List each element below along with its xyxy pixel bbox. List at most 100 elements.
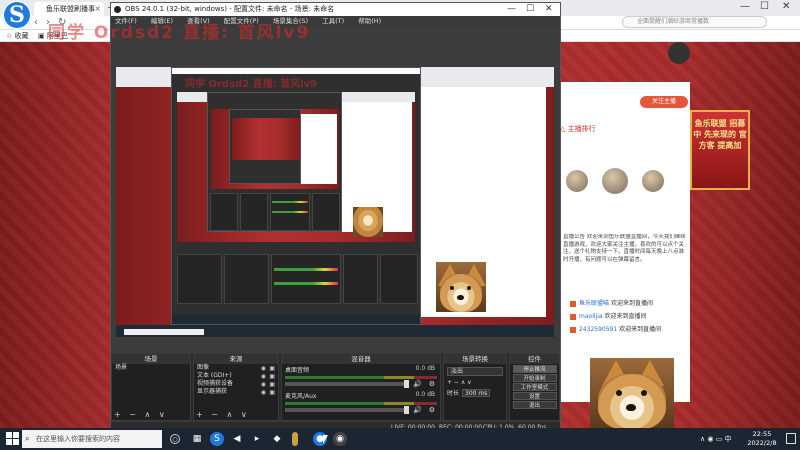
source-item[interactable]: 文本 (GDI+) ◉ ▣ — [194, 372, 278, 380]
vscode-icon[interactable]: ◀ — [230, 432, 244, 446]
announcement-text: 直播公告 欢迎来到鱼乐联盟直播间，今天我们继续直播游戏，欢迎大家关注主播，喜欢的… — [563, 234, 686, 263]
scene-item[interactable]: 场景 — [112, 364, 190, 372]
channel-name: 桌面音频 — [285, 367, 310, 374]
channel-db: 0.0 dB — [415, 365, 435, 372]
controls-dock: 控件 停止推流 开始录制 工作室模式 设置 退出 — [509, 353, 560, 421]
follow-button[interactable]: 关注主播 — [640, 96, 688, 108]
webcam-overlay — [590, 358, 674, 428]
clock[interactable]: 22:55 2022/2/8 — [742, 430, 782, 448]
obs-window: OBS 24.0.1 (32-bit, windows) - 配置文件: 未命名… — [110, 2, 561, 433]
mixer-title: 混音器 — [282, 354, 440, 364]
stream-watermark: 同学 Ordsd2 直播: 首风lv9 — [185, 79, 318, 90]
volume-slider[interactable] — [285, 406, 409, 414]
duration-input[interactable]: 300 ms — [462, 389, 491, 397]
files-icon[interactable]: ◆ — [270, 432, 284, 446]
scenes-title: 场景 — [112, 354, 190, 364]
obs-preview[interactable] — [111, 27, 560, 353]
notification-icon[interactable] — [786, 433, 796, 444]
obs-titlebar: OBS 24.0.1 (32-bit, windows) - 配置文件: 未命名… — [111, 3, 560, 16]
sogou-browser-icon[interactable]: S — [210, 432, 224, 446]
task-view-icon[interactable]: ○ — [170, 434, 180, 444]
browser-tab[interactable]: 鱼乐联盟刷播事 × — [34, 2, 104, 16]
avatar[interactable] — [566, 170, 588, 192]
source-item[interactable]: 视频捕获设备 ◉ ▣ — [194, 380, 278, 388]
channel-name: 麦克风/Aux — [285, 393, 317, 400]
mixer-dock: 混音器 桌面音频 0.0 dB 🔊 ⚙ 麦克风/Aux 0.0 dB 🔊 ⚙ — [281, 353, 441, 421]
source-tools[interactable]: + − ∧ ∨ — [196, 410, 250, 419]
eye-icon[interactable]: ◉ — [261, 389, 266, 397]
speaker-icon[interactable]: 🔊 — [413, 406, 422, 414]
avatar[interactable] — [602, 168, 628, 194]
scene-tools[interactable]: + − ∧ ∨ — [114, 410, 168, 419]
exit-button[interactable]: 退出 — [512, 401, 557, 409]
captured-screen — [116, 67, 554, 337]
webcam-preview — [436, 262, 486, 312]
windows-start-icon[interactable] — [6, 432, 20, 446]
obs-taskbar-icon[interactable]: ◉ — [333, 432, 347, 446]
settings-button[interactable]: 设置 — [512, 392, 557, 400]
taskbar: ⌕ 在这里输入你要搜索的内容 ○ ▦ S ◀ ▸ ◆ ● ◉ ∧ ◉ ▭ 中 2… — [0, 428, 800, 450]
scenes-dock: 场景 场景 + − ∧ ∨ — [111, 353, 191, 421]
obs-title: OBS 24.0.1 (32-bit, windows) - 配置文件: 未命名… — [125, 5, 335, 13]
browser-search-input[interactable]: 全面提醒们潮砂游商常播数 — [622, 16, 767, 28]
source-item[interactable]: 显示器捕获 ◉ ▣ — [194, 388, 278, 396]
mixer-channel: 桌面音频 0.0 dB 🔊 ⚙ — [282, 364, 440, 390]
avatar[interactable] — [642, 170, 664, 192]
nested-obs — [171, 67, 421, 325]
stream-watermark: 同学 Ordsd2 直播: 首风lv9 — [48, 23, 311, 43]
speaker-icon[interactable]: 🔊 — [413, 380, 422, 388]
transition-tools[interactable]: + − ∧ ∨ — [444, 379, 506, 386]
minimize-icon[interactable]: — — [507, 3, 516, 16]
apps-icon[interactable]: ▦ — [190, 432, 204, 446]
sources-title: 来源 — [194, 354, 278, 364]
mouse-cursor — [323, 435, 328, 444]
avatar[interactable] — [668, 42, 690, 64]
obs-docks: 场景 场景 + − ∧ ∨ 来源 图像 ◉ ▣ 文本 (GDI+) ◉ ▣ 视频捕获设备… — [111, 353, 560, 421]
gear-icon[interactable]: ⚙ — [429, 380, 435, 388]
duration-label: 时长 — [447, 390, 460, 397]
search-icon: ⌕ — [25, 434, 30, 443]
bookmark-item[interactable]: ☆ 收藏 — [6, 30, 29, 42]
gear-icon[interactable]: ⚙ — [429, 406, 435, 414]
list-item[interactable]: 2432590591 欢迎来到直播间 — [570, 324, 661, 333]
bird-icon[interactable]: ▸ — [250, 432, 264, 446]
maximize-icon[interactable]: ☐ — [760, 0, 769, 14]
transitions-title: 场景转换 — [444, 354, 506, 364]
close-icon[interactable]: × — [94, 2, 101, 16]
promo-banner[interactable]: 鱼乐联盟 招募中 先来现的 官方客 提高加 — [690, 110, 750, 190]
start-recording-button[interactable]: 开始录制 — [512, 374, 557, 382]
taskbar-search-placeholder: 在这里输入你要搜索的内容 — [36, 435, 120, 443]
obs-icon — [114, 6, 121, 13]
duration-row: 时长 300 ms — [444, 388, 506, 397]
channel-db: 0.0 dB — [415, 391, 435, 398]
list-item[interactable]: 鱼乐联盟喵 欢迎来到直播间 — [570, 298, 653, 307]
list-item[interactable]: maolijia 欢迎来到直播间 — [570, 311, 646, 320]
menu-tools[interactable]: 工具(T) — [322, 17, 344, 25]
back-icon[interactable]: ‹ — [34, 17, 38, 28]
close-window-icon[interactable]: ✕ — [782, 0, 790, 14]
sources-dock: 来源 图像 ◉ ▣ 文本 (GDI+) ◉ ▣ 视频捕获设备 ◉ ▣ 显示器捕获 ◉ ▣ + −… — [193, 353, 279, 421]
ranking-title: △ 主播排行 — [560, 125, 596, 133]
controls-title: 控件 — [510, 354, 559, 364]
transition-select[interactable]: 淡出 — [447, 367, 503, 376]
source-item[interactable]: 图像 ◉ ▣ — [194, 364, 278, 372]
sogou-logo: S — [2, 0, 32, 30]
transitions-dock: 场景转换 淡出 + − ∧ ∨ 时长 300 ms — [443, 353, 507, 421]
system-tray[interactable]: ∧ ◉ ▭ 中 — [700, 428, 732, 450]
volume-slider[interactable] — [285, 380, 409, 388]
taskbar-search-input[interactable]: ⌕ 在这里输入你要搜索的内容 — [22, 430, 162, 448]
stop-streaming-button[interactable]: 停止推流 — [512, 365, 557, 373]
clock-time: 22:55 — [752, 430, 772, 438]
lock-icon[interactable]: ▣ — [269, 389, 275, 397]
close-window-icon[interactable]: ✕ — [545, 3, 553, 16]
maximize-icon[interactable]: ☐ — [526, 3, 534, 16]
mixer-channel: 麦克风/Aux 0.0 dB 🔊 ⚙ — [282, 390, 440, 416]
clock-date: 2022/2/8 — [747, 439, 777, 447]
browser-tab-title: 鱼乐联盟刷播事 — [46, 5, 95, 13]
audio-meter — [285, 376, 437, 379]
bookmark-app-icon[interactable] — [292, 432, 298, 446]
minimize-icon[interactable]: — — [740, 0, 750, 14]
audio-meter — [285, 402, 437, 405]
menu-help[interactable]: 帮助(H) — [358, 17, 381, 25]
studio-mode-button[interactable]: 工作室模式 — [512, 383, 557, 391]
